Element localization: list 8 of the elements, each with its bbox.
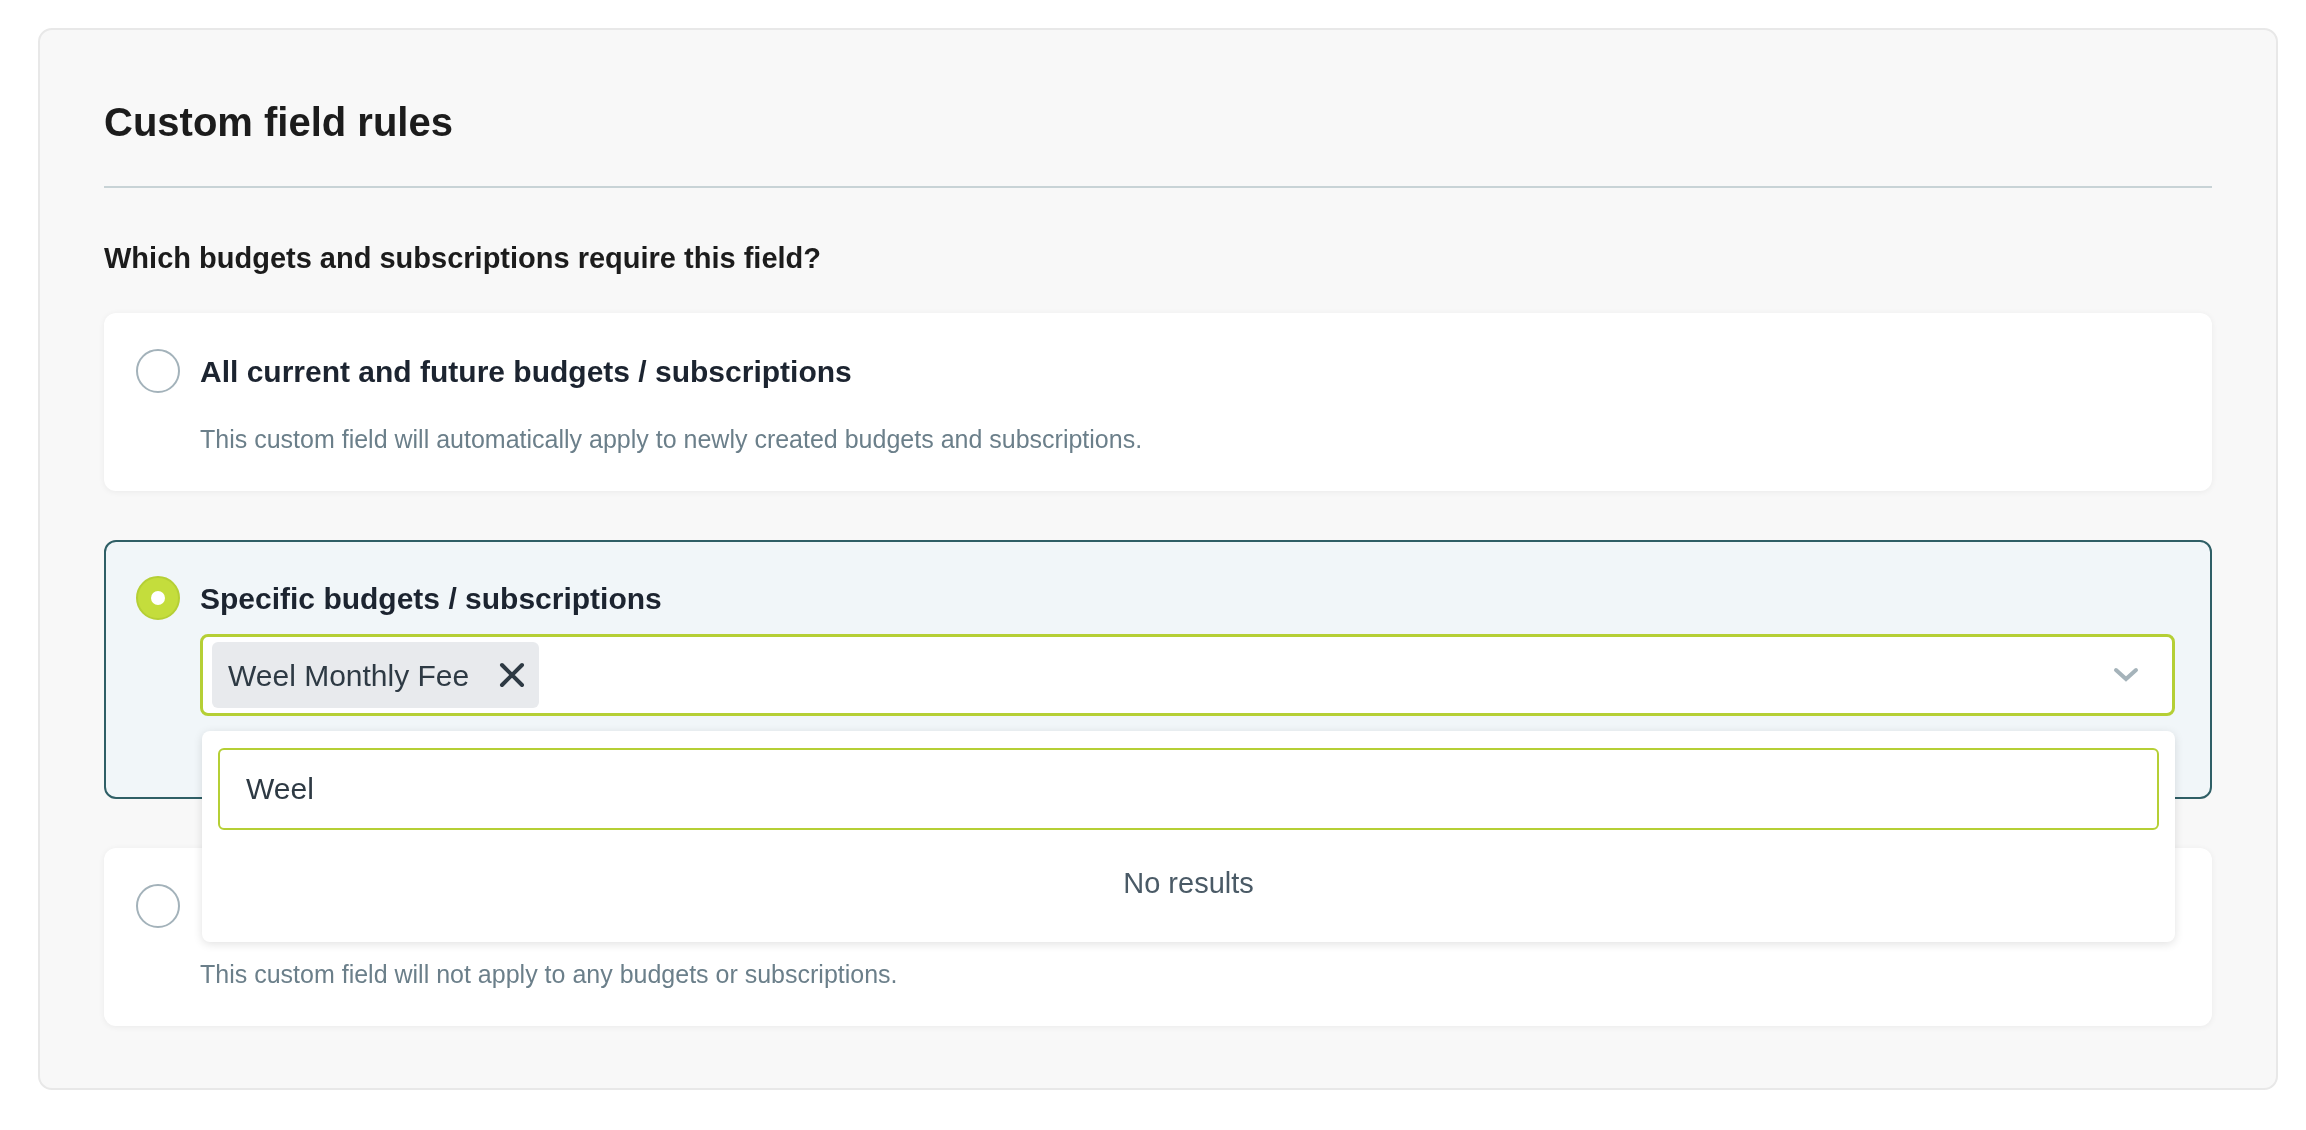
option-label: All current and future budgets / subscriptions	[200, 353, 852, 390]
empty-results-text: No results	[1123, 866, 1254, 902]
question-text: Which budgets and subscriptions require this field?	[104, 241, 822, 275]
tag-label: Weel Monthly Fee	[228, 657, 470, 694]
option-description: This custom field will automatically apply to newly created budgets and subscriptions.	[200, 424, 1144, 455]
section-title: Custom field rules	[104, 99, 454, 146]
option-description: This custom field will not apply to any budgets or subscriptions.	[200, 959, 899, 990]
option-label: Specific budgets / subscriptions	[200, 580, 662, 617]
